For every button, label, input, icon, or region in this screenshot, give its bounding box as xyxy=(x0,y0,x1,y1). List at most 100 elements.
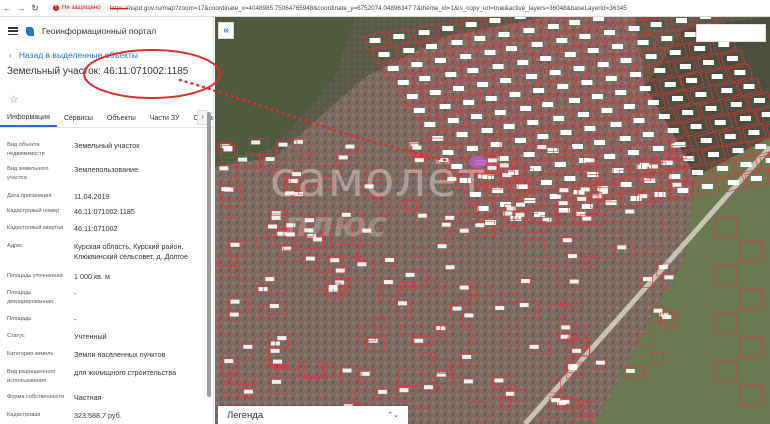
parcel-tag xyxy=(243,344,253,349)
tab-info[interactable]: Информация xyxy=(0,114,57,127)
cadastral-map[interactable]: самолёт плюс xyxy=(215,17,770,424)
parcel-tag xyxy=(462,354,472,359)
parcel-tag xyxy=(652,146,664,151)
parcel-tag xyxy=(605,76,617,81)
parcel-tag xyxy=(531,42,543,47)
parcel-tag xyxy=(445,72,457,77)
parcel-tag xyxy=(558,208,570,213)
legend-panel[interactable]: Легенда ⌃⌄ xyxy=(218,406,408,424)
parcel-tag xyxy=(559,188,569,193)
parcel-tag xyxy=(642,277,652,282)
parcel-tag xyxy=(229,312,239,317)
parcel-tag xyxy=(549,194,561,199)
property-value: Землепользование xyxy=(74,165,139,174)
parcel-tag xyxy=(568,98,580,103)
parcel-tag xyxy=(477,82,489,87)
parcel-tag xyxy=(481,128,493,133)
parcel-tag xyxy=(662,315,672,320)
parcel-tag xyxy=(730,102,742,107)
parcel-tag xyxy=(708,152,720,157)
parcel-tag xyxy=(412,145,422,150)
parcel-tag xyxy=(456,132,468,137)
parcel-tag xyxy=(499,163,509,168)
parcel-tag xyxy=(475,223,485,228)
parcel-tag xyxy=(717,166,729,171)
parcel-tag xyxy=(494,378,504,383)
parcel-tag xyxy=(230,242,240,247)
parcel-tag xyxy=(694,46,706,51)
parcel-tag xyxy=(335,280,345,285)
parcel-tag xyxy=(251,140,261,145)
parcel-tag xyxy=(467,68,479,73)
map-search-input[interactable] xyxy=(696,24,766,42)
parcel-tag xyxy=(397,301,407,306)
tab-objects[interactable]: Объекты xyxy=(100,115,143,127)
parcel-tag xyxy=(537,134,549,139)
address-bar[interactable]: https://nspd.gov.ru/map?zoom=17&coordina… xyxy=(110,5,627,12)
back-to-selected-link[interactable]: ‹ Назад в выделенные объекты xyxy=(0,48,213,62)
forward-icon[interactable]: → xyxy=(14,0,28,17)
parcel-tag xyxy=(445,265,455,270)
parcel-tag xyxy=(647,100,659,105)
insecure-label: Не защищено xyxy=(62,5,101,11)
parcel-tag xyxy=(661,36,673,41)
parcel-tag xyxy=(434,58,446,63)
parcel-tag xyxy=(573,66,585,71)
menu-icon[interactable] xyxy=(8,27,18,35)
parcel-tag xyxy=(484,50,496,55)
parcel-tag xyxy=(705,106,717,111)
security-badge[interactable]: ! Не защищено xyxy=(48,3,106,13)
object-title: Земельный участок: 46:11:071002:1185 xyxy=(7,66,189,77)
property-value: - xyxy=(74,315,77,324)
parcel-tag xyxy=(625,368,635,373)
parcel-tag xyxy=(672,182,682,187)
parcel-tag xyxy=(527,120,539,125)
parcel-tag xyxy=(560,130,572,135)
parcel-tag xyxy=(579,34,591,39)
parcel-tag xyxy=(627,150,639,155)
parcel-tag xyxy=(387,66,399,71)
star-icon[interactable]: ☆ xyxy=(9,93,23,107)
property-value: - xyxy=(74,289,77,298)
property-value: для жилищного строительства xyxy=(74,368,177,377)
parcel-tag xyxy=(515,212,525,217)
parcel-tag xyxy=(686,78,698,83)
parcel-tag xyxy=(405,272,415,277)
parcel-tag xyxy=(514,17,526,19)
parcel-tag xyxy=(270,348,280,353)
browser-toolbar: ← → ↻ ! Не защищено https://nspd.gov.ru/… xyxy=(0,0,770,17)
parcel-tag xyxy=(385,257,395,262)
parcel-tag xyxy=(711,74,723,79)
tab-parts[interactable]: Части ЗУ xyxy=(143,115,187,127)
app-title: Геоинформационный портал xyxy=(42,26,157,36)
parcel-tag xyxy=(582,216,592,221)
parcel-tag xyxy=(383,280,393,285)
warning-icon: ! xyxy=(53,5,59,11)
parcel-tag xyxy=(577,112,589,117)
reload-icon[interactable]: ↻ xyxy=(28,0,42,17)
parcel-tag xyxy=(503,124,515,129)
parcel-tag xyxy=(268,224,278,229)
parcel-tag xyxy=(623,104,635,109)
property-value: 11.04.2019 xyxy=(74,192,110,201)
parcel-tag xyxy=(224,359,234,364)
collapse-panel-button[interactable]: « xyxy=(218,22,234,39)
parcel-tag xyxy=(495,305,505,310)
parcel-tag xyxy=(547,24,559,29)
property-value: 46:11:071002 xyxy=(74,224,118,233)
tabs-bar: Информация Сервисы Объекты Части ЗУ Сост… xyxy=(0,108,213,128)
parcel-tag xyxy=(514,138,526,143)
panel-scrollbar[interactable] xyxy=(207,112,211,397)
parcel-tag xyxy=(399,388,409,393)
expand-icon: ⌃⌄ xyxy=(387,412,399,419)
parcel-tag xyxy=(540,56,552,61)
parcel-tag xyxy=(658,114,670,119)
back-icon[interactable]: ← xyxy=(0,0,14,17)
parcel-tag xyxy=(584,126,596,131)
parcel-tag xyxy=(557,84,569,89)
parcel-tag xyxy=(492,64,504,69)
property-value: Учтенный xyxy=(74,332,107,341)
tab-services[interactable]: Сервисы xyxy=(57,115,100,127)
parcel-tag xyxy=(221,187,231,192)
parcel-tag xyxy=(441,222,451,227)
